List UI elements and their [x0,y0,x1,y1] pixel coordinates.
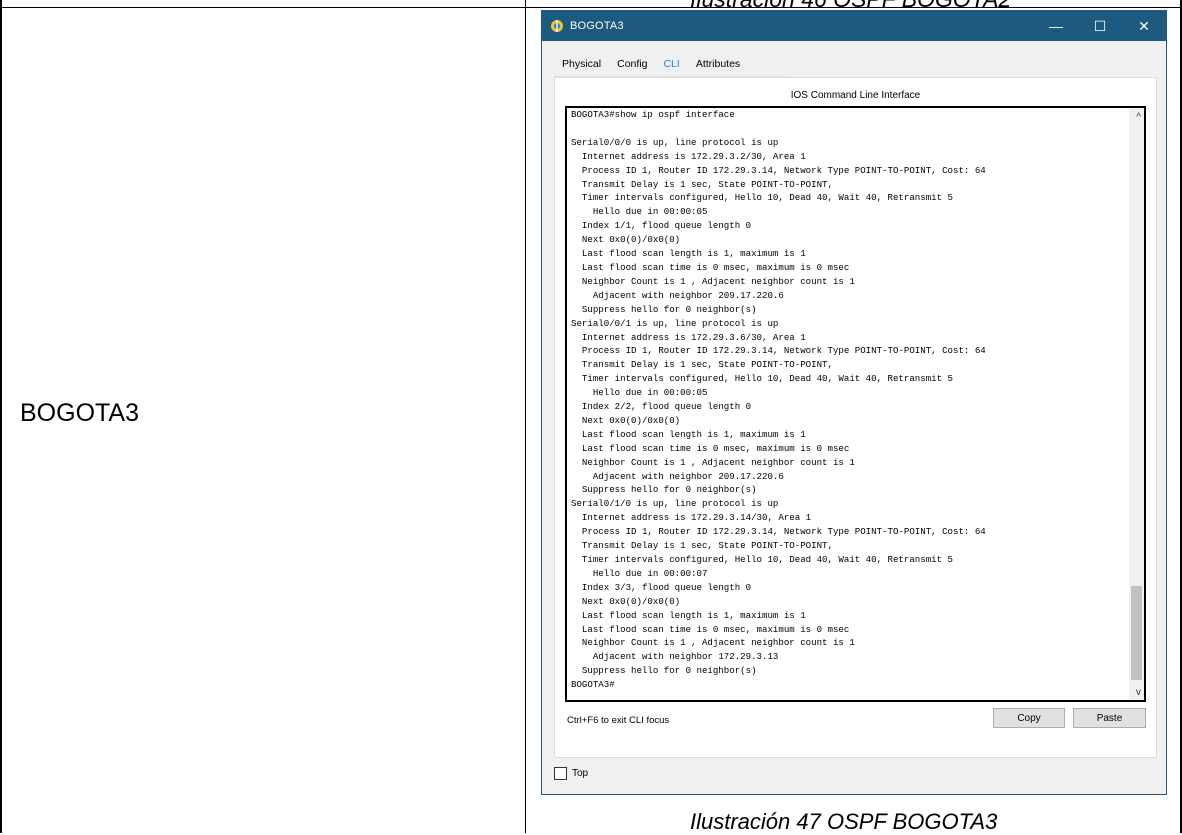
title-bar[interactable]: BOGOTA3 — ☐ ✕ [542,11,1166,41]
cli-line: Timer intervals configured, Hello 10, De… [581,192,953,204]
cli-line: Hello due in 00:00:07 [592,567,708,579]
cli-line: Serial0/0/0 is up, line protocol is up [571,136,779,148]
scroll-down-icon[interactable]: v [1136,687,1141,698]
packet-tracer-router-icon [551,20,563,32]
cli-line: Index 1/1, flood queue length 0 [581,220,752,232]
cli-line: Hello due in 00:00:05 [592,387,708,399]
cli-panel: IOS Command Line Interface BOGOTA3#show … [554,77,1157,758]
table-left-border [0,0,2,833]
figure-caption: Ilustración 47 OSPF BOGOTA3 [690,809,998,834]
cli-line: Last flood scan length is 1, maximum is … [581,609,806,621]
scroll-thumb[interactable] [1131,586,1142,680]
close-icon: ✕ [1138,17,1150,34]
cli-line: Suppress hello for 0 neighbor(s) [581,303,757,315]
window-title: BOGOTA3 [570,20,624,32]
cli-line: Index 3/3, flood queue length 0 [581,581,752,593]
top-label: Top [572,768,589,779]
top-option[interactable]: Top [554,767,588,780]
tab-bar: Physical Config CLI Attributes [554,54,748,79]
row-label: BOGOTA3 [20,399,140,427]
cli-line: Adjacent with neighbor 209.17.220.6 [592,470,784,482]
minimize-button[interactable]: — [1034,11,1078,41]
cli-line: Adjacent with neighbor 172.29.3.13 [592,651,779,663]
cli-line: Transmit Delay is 1 sec, State POINT-TO-… [581,540,833,552]
cli-line: Process ID 1, Router ID 172.29.3.14, Net… [581,164,986,176]
tab-config[interactable]: Config [609,54,655,76]
window-controls: — ☐ ✕ [1034,11,1166,41]
cli-line: Suppress hello for 0 neighbor(s) [581,665,757,677]
scroll-up-icon[interactable]: ^ [1136,112,1141,123]
cli-line: Last flood scan length is 1, maximum is … [581,248,806,260]
cli-line: Internet address is 172.29.3.2/30, Area … [581,150,806,162]
cli-line: Timer intervals configured, Hello 10, De… [581,373,953,385]
tab-cli[interactable]: CLI [655,54,687,79]
close-button[interactable]: ✕ [1122,11,1166,41]
cli-output[interactable]: BOGOTA3#show ip ospf interface Serial0/0… [571,108,1128,692]
cli-line: Next 0x0(0)/0x0(0) [581,595,681,607]
cli-line: Neighbor Count is 1 , Adjacent neighbor … [581,637,855,649]
tab-physical[interactable]: Physical [554,54,609,76]
cli-line: Internet address is 172.29.3.14/30, Area… [581,512,812,524]
cli-line: Neighbor Count is 1 , Adjacent neighbor … [581,275,855,287]
cli-line: Last flood scan time is 0 msec, maximum … [581,442,850,454]
cli-line: Last flood scan time is 0 msec, maximum … [581,261,850,273]
cli-line: Serial0/0/1 is up, line protocol is up [571,317,779,329]
cli-line: Hello due in 00:00:05 [592,206,708,218]
cli-line: Transmit Delay is 1 sec, State POINT-TO-… [581,178,833,190]
cli-line: Index 2/2, flood queue length 0 [581,401,752,413]
top-checkbox[interactable] [554,767,567,780]
cli-line: Last flood scan time is 0 msec, maximum … [581,623,850,635]
cli-line: Internet address is 172.29.3.6/30, Area … [581,331,806,343]
cli-line: Neighbor Count is 1 , Adjacent neighbor … [581,456,855,468]
maximize-icon: ☐ [1093,17,1107,34]
cli-line: BOGOTA3#show ip ospf interface [571,109,735,120]
device-window: BOGOTA3 — ☐ ✕ Physical Config CLI Attrib… [541,10,1167,795]
cli-console[interactable]: BOGOTA3#show ip ospf interface Serial0/0… [565,106,1146,702]
cli-line: Serial0/1/0 is up, line protocol is up [571,498,779,510]
cli-line: BOGOTA3# [571,679,615,691]
maximize-button[interactable]: ☐ [1078,11,1122,41]
cli-heading: IOS Command Line Interface [790,90,921,101]
copy-button[interactable]: Copy [993,708,1065,728]
cli-line: Process ID 1, Router ID 172.29.3.14, Net… [581,526,986,538]
cli-line: Next 0x0(0)/0x0(0) [581,234,681,246]
cli-line: Adjacent with neighbor 209.17.220.6 [592,289,784,301]
cli-focus-hint: Ctrl+F6 to exit CLI focus [567,715,670,726]
cli-line: Next 0x0(0)/0x0(0) [581,414,681,426]
table-top-border [0,7,1182,8]
cli-line: Transmit Delay is 1 sec, State POINT-TO-… [581,359,833,371]
table-column-divider [525,0,526,833]
minimize-icon: — [1049,18,1063,34]
paste-button[interactable]: Paste [1073,708,1146,728]
cli-line: Suppress hello for 0 neighbor(s) [581,484,757,496]
cli-line: Process ID 1, Router ID 172.29.3.14, Net… [581,345,986,357]
cli-line: Last flood scan length is 1, maximum is … [581,428,806,440]
cli-line: Timer intervals configured, Hello 10, De… [581,554,953,565]
tab-attributes[interactable]: Attributes [688,54,748,76]
console-scrollbar[interactable]: ^ v [1129,108,1144,700]
